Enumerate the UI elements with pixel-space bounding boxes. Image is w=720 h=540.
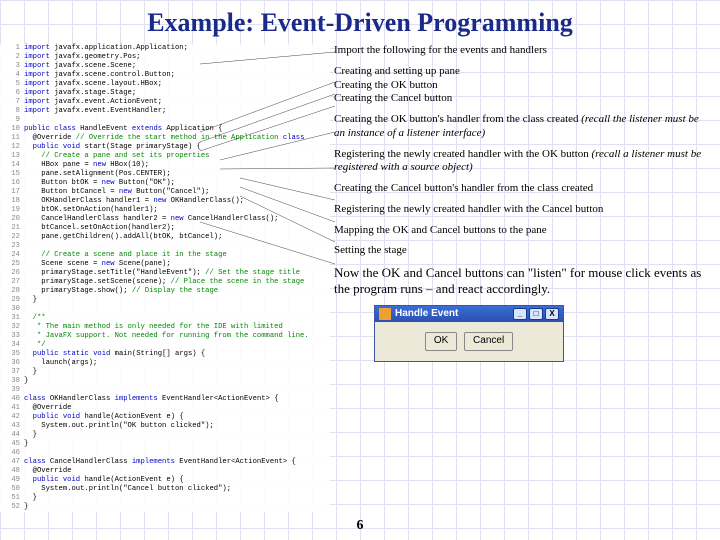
annotations: Import the following for the events and … bbox=[330, 44, 720, 512]
ann-register-ok: Registering the newly created handler wi… bbox=[334, 148, 710, 176]
dialog-body: OK Cancel bbox=[375, 322, 563, 361]
ann-imports: Import the following for the events and … bbox=[334, 44, 710, 58]
ann-pane: Creating and setting up pane bbox=[334, 65, 460, 77]
cancel-button[interactable]: Cancel bbox=[464, 332, 513, 351]
ann-ok-handler: Creating the OK button's handler from th… bbox=[334, 113, 710, 141]
ann-cancel-handler: Creating the Cancel button's handler fro… bbox=[334, 182, 710, 196]
summary: Now the OK and Cancel buttons can "liste… bbox=[334, 265, 710, 298]
dialog-window: Handle Event _ □ X OK Cancel bbox=[374, 305, 564, 362]
page-number: 6 bbox=[357, 518, 364, 534]
ann-ok-handler-text: Creating the OK button's handler from th… bbox=[334, 113, 581, 125]
ann-cancel: Creating the Cancel button bbox=[334, 92, 452, 104]
code-listing: 1import javafx.application.Application; … bbox=[0, 44, 330, 512]
close-button[interactable]: X bbox=[545, 308, 559, 320]
ann-register-ok-text: Registering the newly created handler wi… bbox=[334, 148, 592, 160]
page-title: Example: Event-Driven Programming bbox=[0, 0, 720, 44]
dialog-titlebar: Handle Event _ □ X bbox=[375, 306, 563, 323]
minimize-button[interactable]: _ bbox=[513, 308, 527, 320]
maximize-button[interactable]: □ bbox=[529, 308, 543, 320]
ann-mapping: Mapping the OK and Cancel buttons to the… bbox=[334, 224, 710, 238]
main-area: 1import javafx.application.Application; … bbox=[0, 44, 720, 512]
ok-button[interactable]: OK bbox=[425, 332, 457, 351]
ann-stage: Setting the stage bbox=[334, 244, 710, 258]
ann-ok: Creating the OK button bbox=[334, 79, 438, 91]
java-icon bbox=[379, 308, 391, 320]
dialog-title: Handle Event bbox=[395, 308, 458, 321]
ann-register-cancel: Registering the newly created handler wi… bbox=[334, 203, 710, 217]
ann-pane-group: Creating and setting up pane Creating th… bbox=[334, 65, 710, 106]
